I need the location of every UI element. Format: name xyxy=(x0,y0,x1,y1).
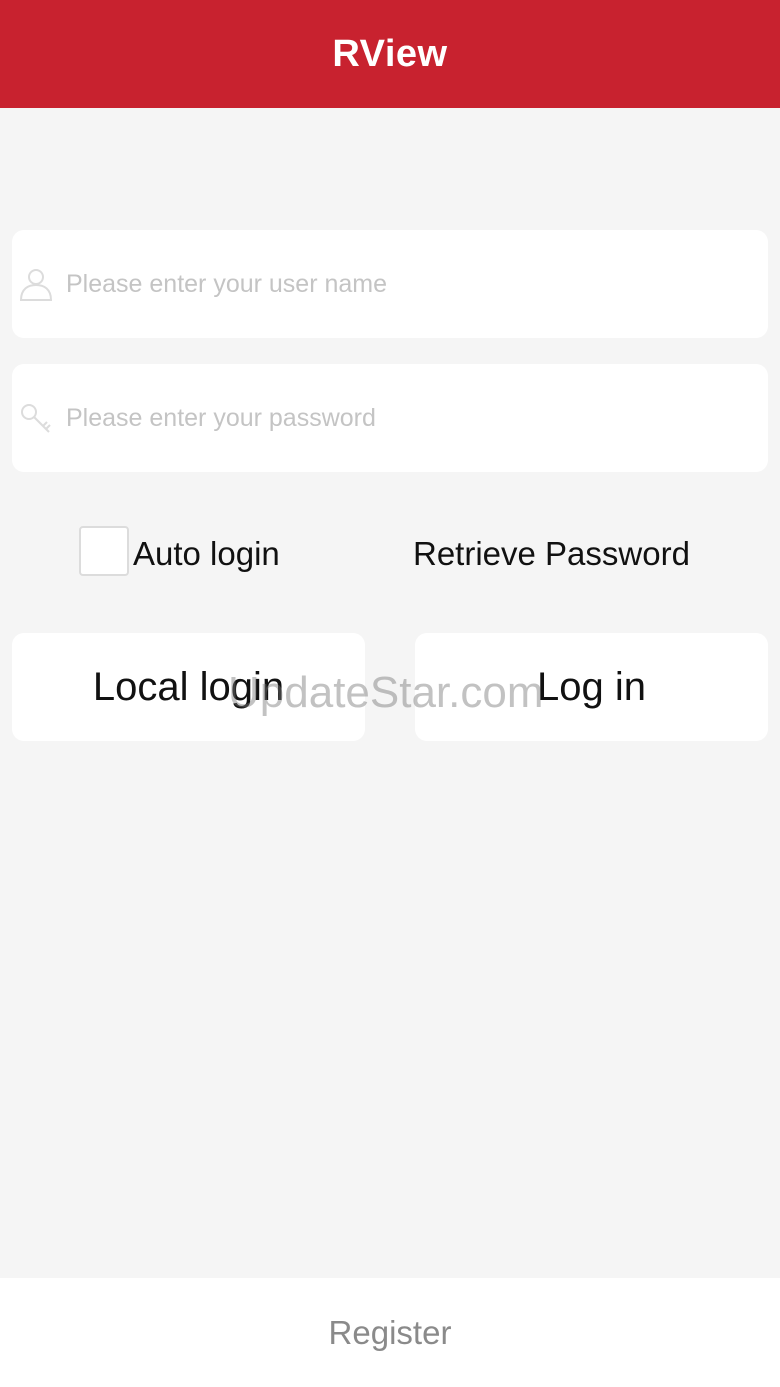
retrieve-password-link[interactable]: Retrieve Password xyxy=(413,532,690,576)
password-input[interactable] xyxy=(66,364,756,472)
key-icon xyxy=(16,398,56,438)
auto-login-label[interactable]: Auto login xyxy=(133,532,280,576)
app-header: RView xyxy=(0,0,780,108)
local-login-label: Local login xyxy=(92,664,285,709)
app-title: RView xyxy=(332,32,448,75)
auto-login-checkbox[interactable] xyxy=(79,526,129,576)
register-button[interactable]: Register xyxy=(329,1314,452,1352)
username-input[interactable] xyxy=(66,230,756,338)
username-field[interactable] xyxy=(12,230,768,338)
footer-bar: Register xyxy=(0,1278,780,1387)
local-login-button[interactable]: Local login xyxy=(12,633,365,741)
login-label: Log in xyxy=(537,664,646,709)
login-button[interactable]: Log in xyxy=(415,633,768,741)
user-icon xyxy=(16,264,56,304)
password-field[interactable] xyxy=(12,364,768,472)
